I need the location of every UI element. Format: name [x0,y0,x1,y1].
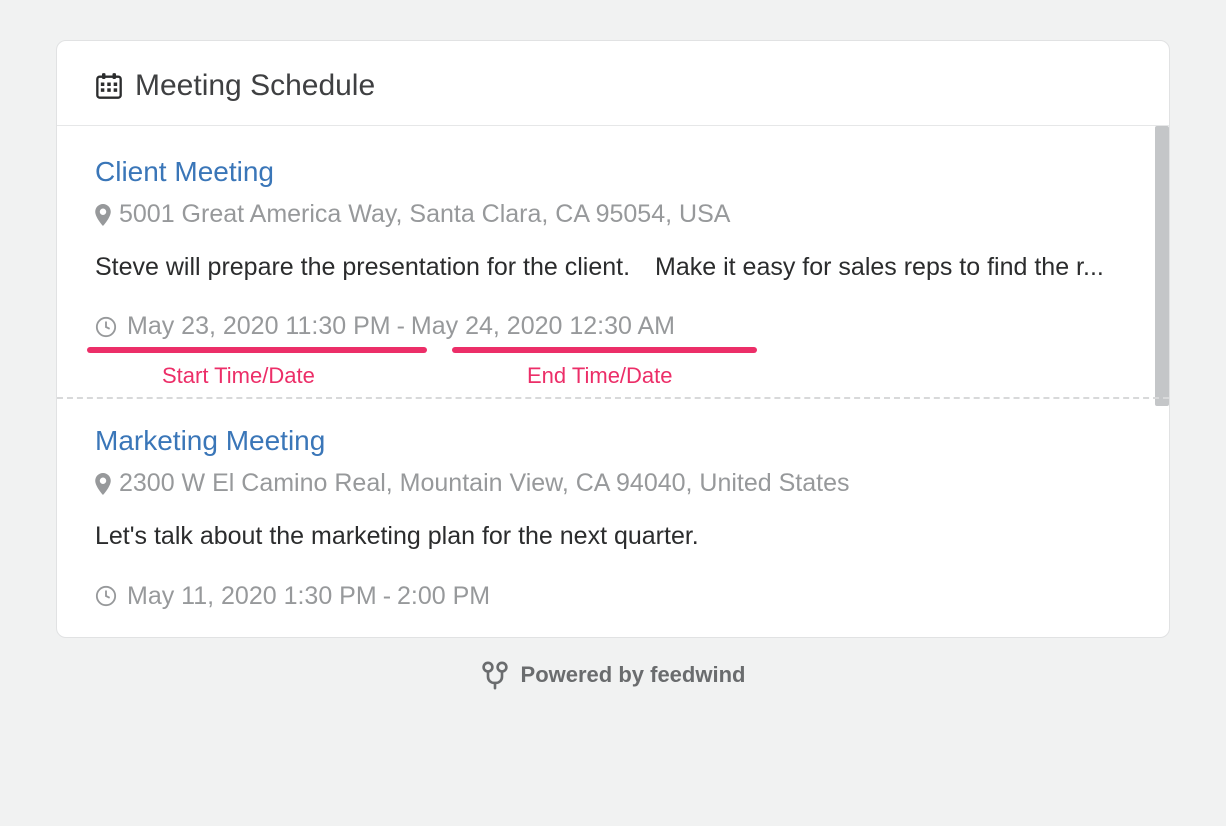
event-item: Marketing Meeting 2300 W El Camino Real,… [57,397,1169,636]
event-start-time: May 23, 2020 11:30 PM [127,312,391,341]
powered-by-text: Powered by feedwind [521,662,746,688]
schedule-widget: Meeting Schedule Client Meeting 5001 Gre… [56,40,1170,638]
time-separator: - [397,312,405,341]
widget-title: Meeting Schedule [135,69,375,103]
powered-by-footer[interactable]: Powered by feedwind [56,660,1170,690]
calendar-icon [95,72,123,100]
clock-icon [95,585,117,607]
event-end-time: 2:00 PM [397,582,490,611]
event-time: May 23, 2020 11:30 PM - May 24, 2020 12:… [95,312,1131,341]
event-start-time: May 11, 2020 1:30 PM [127,582,377,611]
annotation-underline-end [452,347,757,353]
clock-icon [95,316,117,338]
feedwind-logo-icon [481,660,509,690]
annotation-underline-start [87,347,427,353]
time-separator: - [383,582,391,611]
event-location-text: 2300 W El Camino Real, Mountain View, CA… [119,469,850,498]
widget-body: Client Meeting 5001 Great America Way, S… [57,126,1169,637]
annotation-label-start: Start Time/Date [162,363,315,389]
event-location-text: 5001 Great America Way, Santa Clara, CA … [119,200,730,229]
event-title[interactable]: Marketing Meeting [95,425,1131,457]
event-description: Steve will prepare the presentation for … [95,247,1131,288]
event-description: Let's talk about the marketing plan for … [95,516,1131,557]
location-pin-icon [95,473,111,495]
event-item: Client Meeting 5001 Great America Way, S… [57,126,1169,397]
event-time: May 11, 2020 1:30 PM - 2:00 PM [95,582,1131,611]
annotation-label-end: End Time/Date [527,363,673,389]
event-title[interactable]: Client Meeting [95,156,1131,188]
location-pin-icon [95,204,111,226]
event-location: 5001 Great America Way, Santa Clara, CA … [95,200,1131,229]
event-end-time: May 24, 2020 12:30 AM [411,312,675,341]
event-location: 2300 W El Camino Real, Mountain View, CA… [95,469,1131,498]
widget-header: Meeting Schedule [57,41,1169,126]
